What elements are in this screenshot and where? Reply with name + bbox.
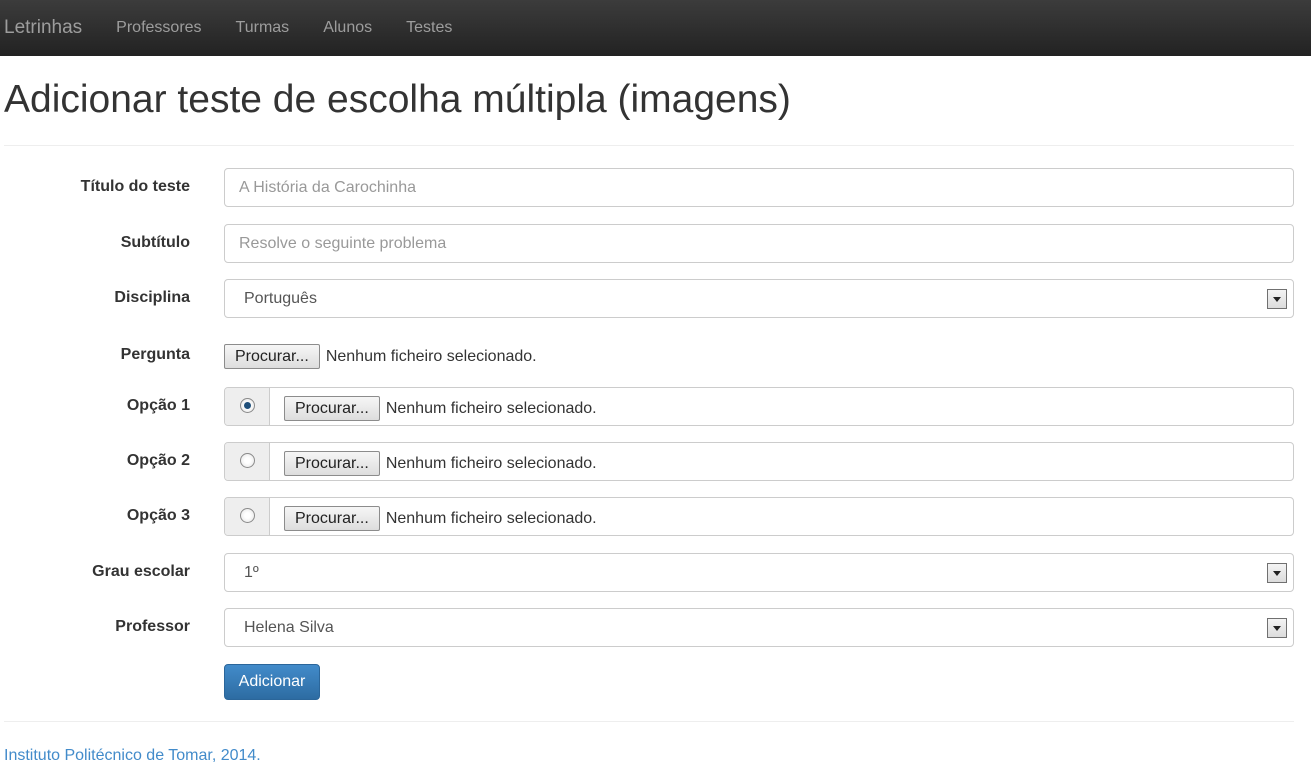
opcao-1-label: Opção 1: [126, 397, 190, 414]
footer-link[interactable]: Instituto Politécnico de Tomar, 2014.: [4, 747, 261, 765]
pergunta-file-status: Nenhum ficheiro selecionado.: [325, 348, 537, 365]
grau-select[interactable]: 1º: [224, 553, 1294, 592]
opcao-2-file-status: Nenhum ficheiro selecionado.: [385, 455, 597, 472]
disciplina-select[interactable]: Português: [224, 279, 1294, 318]
opcao-3-label: Opção 3: [126, 507, 190, 524]
professor-value: Helena Silva: [244, 618, 334, 636]
opcao-2-file-input: Procurar... Nenhum ficheiro selecionado.: [284, 451, 597, 476]
opcao-3-input-group: Procurar... Nenhum ficheiro selecionado.: [224, 497, 1294, 536]
subtitulo-input[interactable]: [224, 224, 1294, 263]
titulo-label: Título do teste: [80, 178, 190, 195]
pergunta-label: Pergunta: [120, 346, 190, 363]
opcao-1-file-input: Procurar... Nenhum ficheiro selecionado.: [284, 396, 597, 421]
professor-label: Professor: [115, 618, 190, 635]
opcao-3-file-input: Procurar... Nenhum ficheiro selecionado.: [284, 506, 597, 531]
opcao-1-input-group: Procurar... Nenhum ficheiro selecionado.: [224, 387, 1294, 426]
opcao-3-radio-addon: [225, 498, 270, 535]
adicionar-button[interactable]: Adicionar: [224, 664, 320, 700]
opcao-3-radio[interactable]: [240, 508, 255, 523]
opcao-2-browse-button[interactable]: Procurar...: [284, 451, 380, 476]
chevron-down-icon: [1267, 618, 1287, 638]
opcao-2-radio-addon: [225, 443, 270, 480]
opcao-3-file-status: Nenhum ficheiro selecionado.: [385, 510, 597, 527]
pergunta-browse-button[interactable]: Procurar...: [224, 344, 320, 369]
opcao-1-radio-addon: [225, 388, 270, 425]
opcao-3-browse-button[interactable]: Procurar...: [284, 506, 380, 531]
grau-value: 1º: [244, 563, 259, 581]
brand-link[interactable]: Letrinhas: [4, 17, 82, 39]
opcao-1-file-status: Nenhum ficheiro selecionado.: [385, 400, 597, 417]
opcao-2-input-group: Procurar... Nenhum ficheiro selecionado.: [224, 442, 1294, 481]
pergunta-file-input: Procurar... Nenhum ficheiro selecionado.: [224, 344, 537, 369]
chevron-down-icon: [1267, 563, 1287, 583]
nav-link-turmas[interactable]: Turmas: [236, 19, 290, 37]
professor-select[interactable]: Helena Silva: [224, 608, 1294, 647]
titulo-input[interactable]: [224, 168, 1294, 207]
nav-link-professores[interactable]: Professores: [116, 19, 201, 37]
chevron-down-icon: [1267, 289, 1287, 309]
page-title: Adicionar teste de escolha múltipla (ima…: [4, 78, 791, 121]
footer-divider: [4, 721, 1294, 722]
opcao-2-radio[interactable]: [240, 453, 255, 468]
nav-link-alunos[interactable]: Alunos: [323, 19, 372, 37]
header-divider: [4, 145, 1294, 146]
opcao-2-label: Opção 2: [126, 452, 190, 469]
disciplina-label: Disciplina: [114, 289, 190, 306]
subtitulo-label: Subtítulo: [120, 234, 190, 251]
opcao-1-browse-button[interactable]: Procurar...: [284, 396, 380, 421]
nav-link-testes[interactable]: Testes: [406, 19, 452, 37]
grau-label: Grau escolar: [92, 563, 190, 580]
disciplina-value: Português: [244, 289, 317, 307]
navbar: Letrinhas Professores Turmas Alunos Test…: [0, 0, 1311, 56]
opcao-1-radio[interactable]: [240, 398, 255, 413]
